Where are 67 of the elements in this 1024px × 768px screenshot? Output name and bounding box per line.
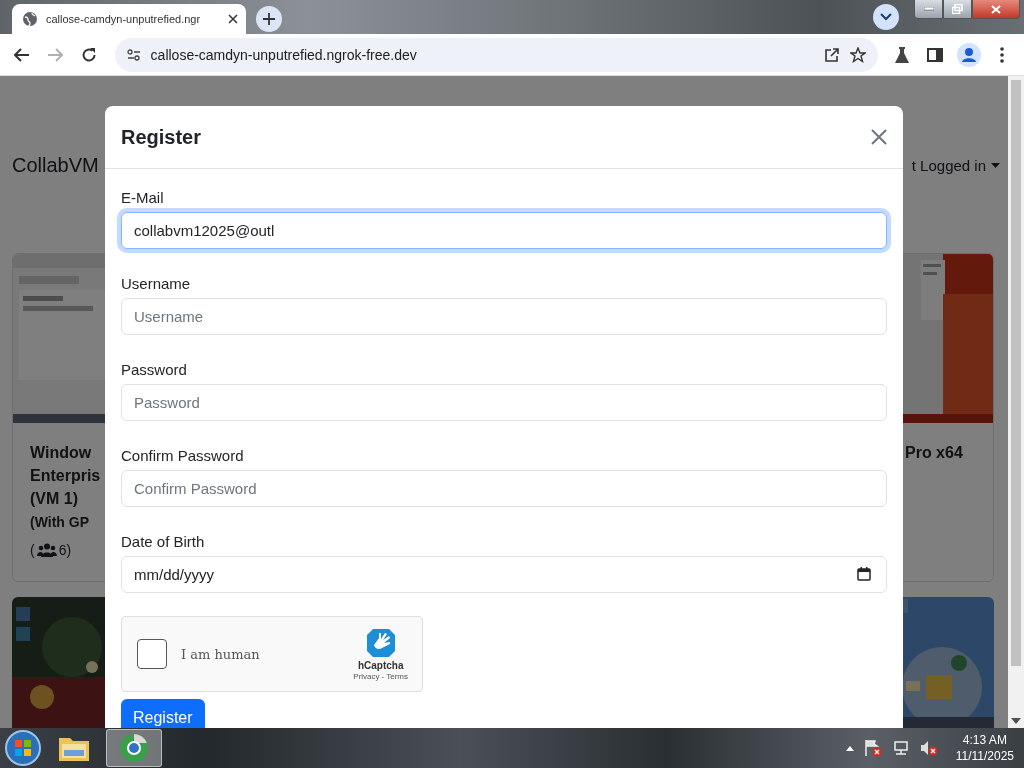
caret-icon [991, 162, 1000, 168]
password-field[interactable]: Confirm Password [121, 470, 887, 507]
flag-error-icon[interactable] [863, 739, 882, 757]
time-text: 4:13 AM [962, 732, 1007, 748]
dialog-title: Register [121, 125, 202, 149]
browser-tab[interactable]: callose-camdyn-unputrefied.ngr [12, 4, 246, 34]
avatar-icon [956, 42, 981, 67]
calendar-icon[interactable] [857, 567, 871, 581]
show-hidden-icons-icon[interactable] [845, 745, 854, 751]
captcha-label: I am human [181, 646, 261, 662]
maximize-button[interactable] [943, 0, 972, 19]
back-arrow-icon [13, 47, 30, 62]
clock[interactable]: 4:13 AM 11/11/2025 [955, 732, 1014, 764]
taskbar-app[interactable] [106, 729, 162, 767]
start-orb-icon[interactable] [4, 729, 42, 767]
date-text: 11/11/2025 [955, 748, 1014, 764]
close-icon [991, 4, 1001, 14]
tab-search-button[interactable] [873, 4, 899, 30]
globe-icon [22, 11, 38, 27]
speaker-muted-icon[interactable] [919, 740, 938, 756]
scroll-thumb[interactable] [1011, 80, 1021, 666]
share-icon[interactable] [823, 46, 840, 63]
plus-icon [263, 13, 275, 25]
username-field[interactable]: Username [121, 298, 887, 335]
field-label: Username [121, 274, 192, 294]
scroll-down-icon[interactable] [1011, 718, 1021, 724]
chevron-down-icon [880, 13, 892, 21]
new-tab-button[interactable] [256, 6, 282, 32]
vm-title: Window Enterpris (VM 1) [30, 443, 102, 509]
reload-icon [80, 46, 97, 63]
password-field[interactable]: Password [121, 384, 887, 421]
scrollbar[interactable] [1008, 76, 1024, 728]
browser-icon [119, 733, 149, 763]
minimize-button[interactable] [914, 0, 943, 19]
site-settings-icon[interactable] [126, 48, 141, 61]
address-bar[interactable]: callose-camdyn-unputrefied.ngrok-free.dev [114, 37, 878, 72]
minimize-icon [923, 7, 934, 11]
forward-arrow-icon [47, 47, 64, 62]
separator: - [381, 672, 385, 681]
site-brand[interactable]: CollabVM [12, 153, 99, 177]
side-panel-icon [927, 47, 944, 62]
close-button[interactable] [972, 0, 1020, 19]
email-field[interactable]: collabvm12025@outl [121, 212, 887, 249]
users-icon [36, 543, 57, 557]
captcha-brand: hCaptcha [357, 660, 404, 671]
vm-title: Pro x64 [905, 443, 964, 463]
field-label: E-Mail [121, 188, 165, 208]
paren: ( [30, 542, 35, 558]
close-icon[interactable] [228, 14, 238, 24]
account-menu[interactable]: t Logged in [911, 156, 1000, 174]
star-icon[interactable] [849, 46, 866, 63]
field-label: Date of Birth [121, 532, 206, 552]
captcha-checkbox[interactable] [137, 639, 167, 669]
viewer-count: 6) [58, 542, 72, 558]
vm-subtitle: (With GP [30, 514, 90, 530]
hand-logo-icon [364, 627, 397, 659]
network-icon[interactable] [891, 740, 910, 756]
field-label: Confirm Password [121, 446, 245, 466]
restore-icon [952, 4, 963, 14]
register-button[interactable]: Register [121, 699, 205, 728]
date-field[interactable]: mm/dd/yyyy [121, 556, 887, 593]
privacy-link[interactable]: Privacy [353, 672, 380, 681]
flask-icon [894, 46, 909, 63]
profile-button[interactable] [954, 40, 983, 69]
terms-link[interactable]: Terms [386, 672, 408, 681]
menu-icon [1000, 46, 1005, 63]
field-label: Password [121, 360, 188, 380]
